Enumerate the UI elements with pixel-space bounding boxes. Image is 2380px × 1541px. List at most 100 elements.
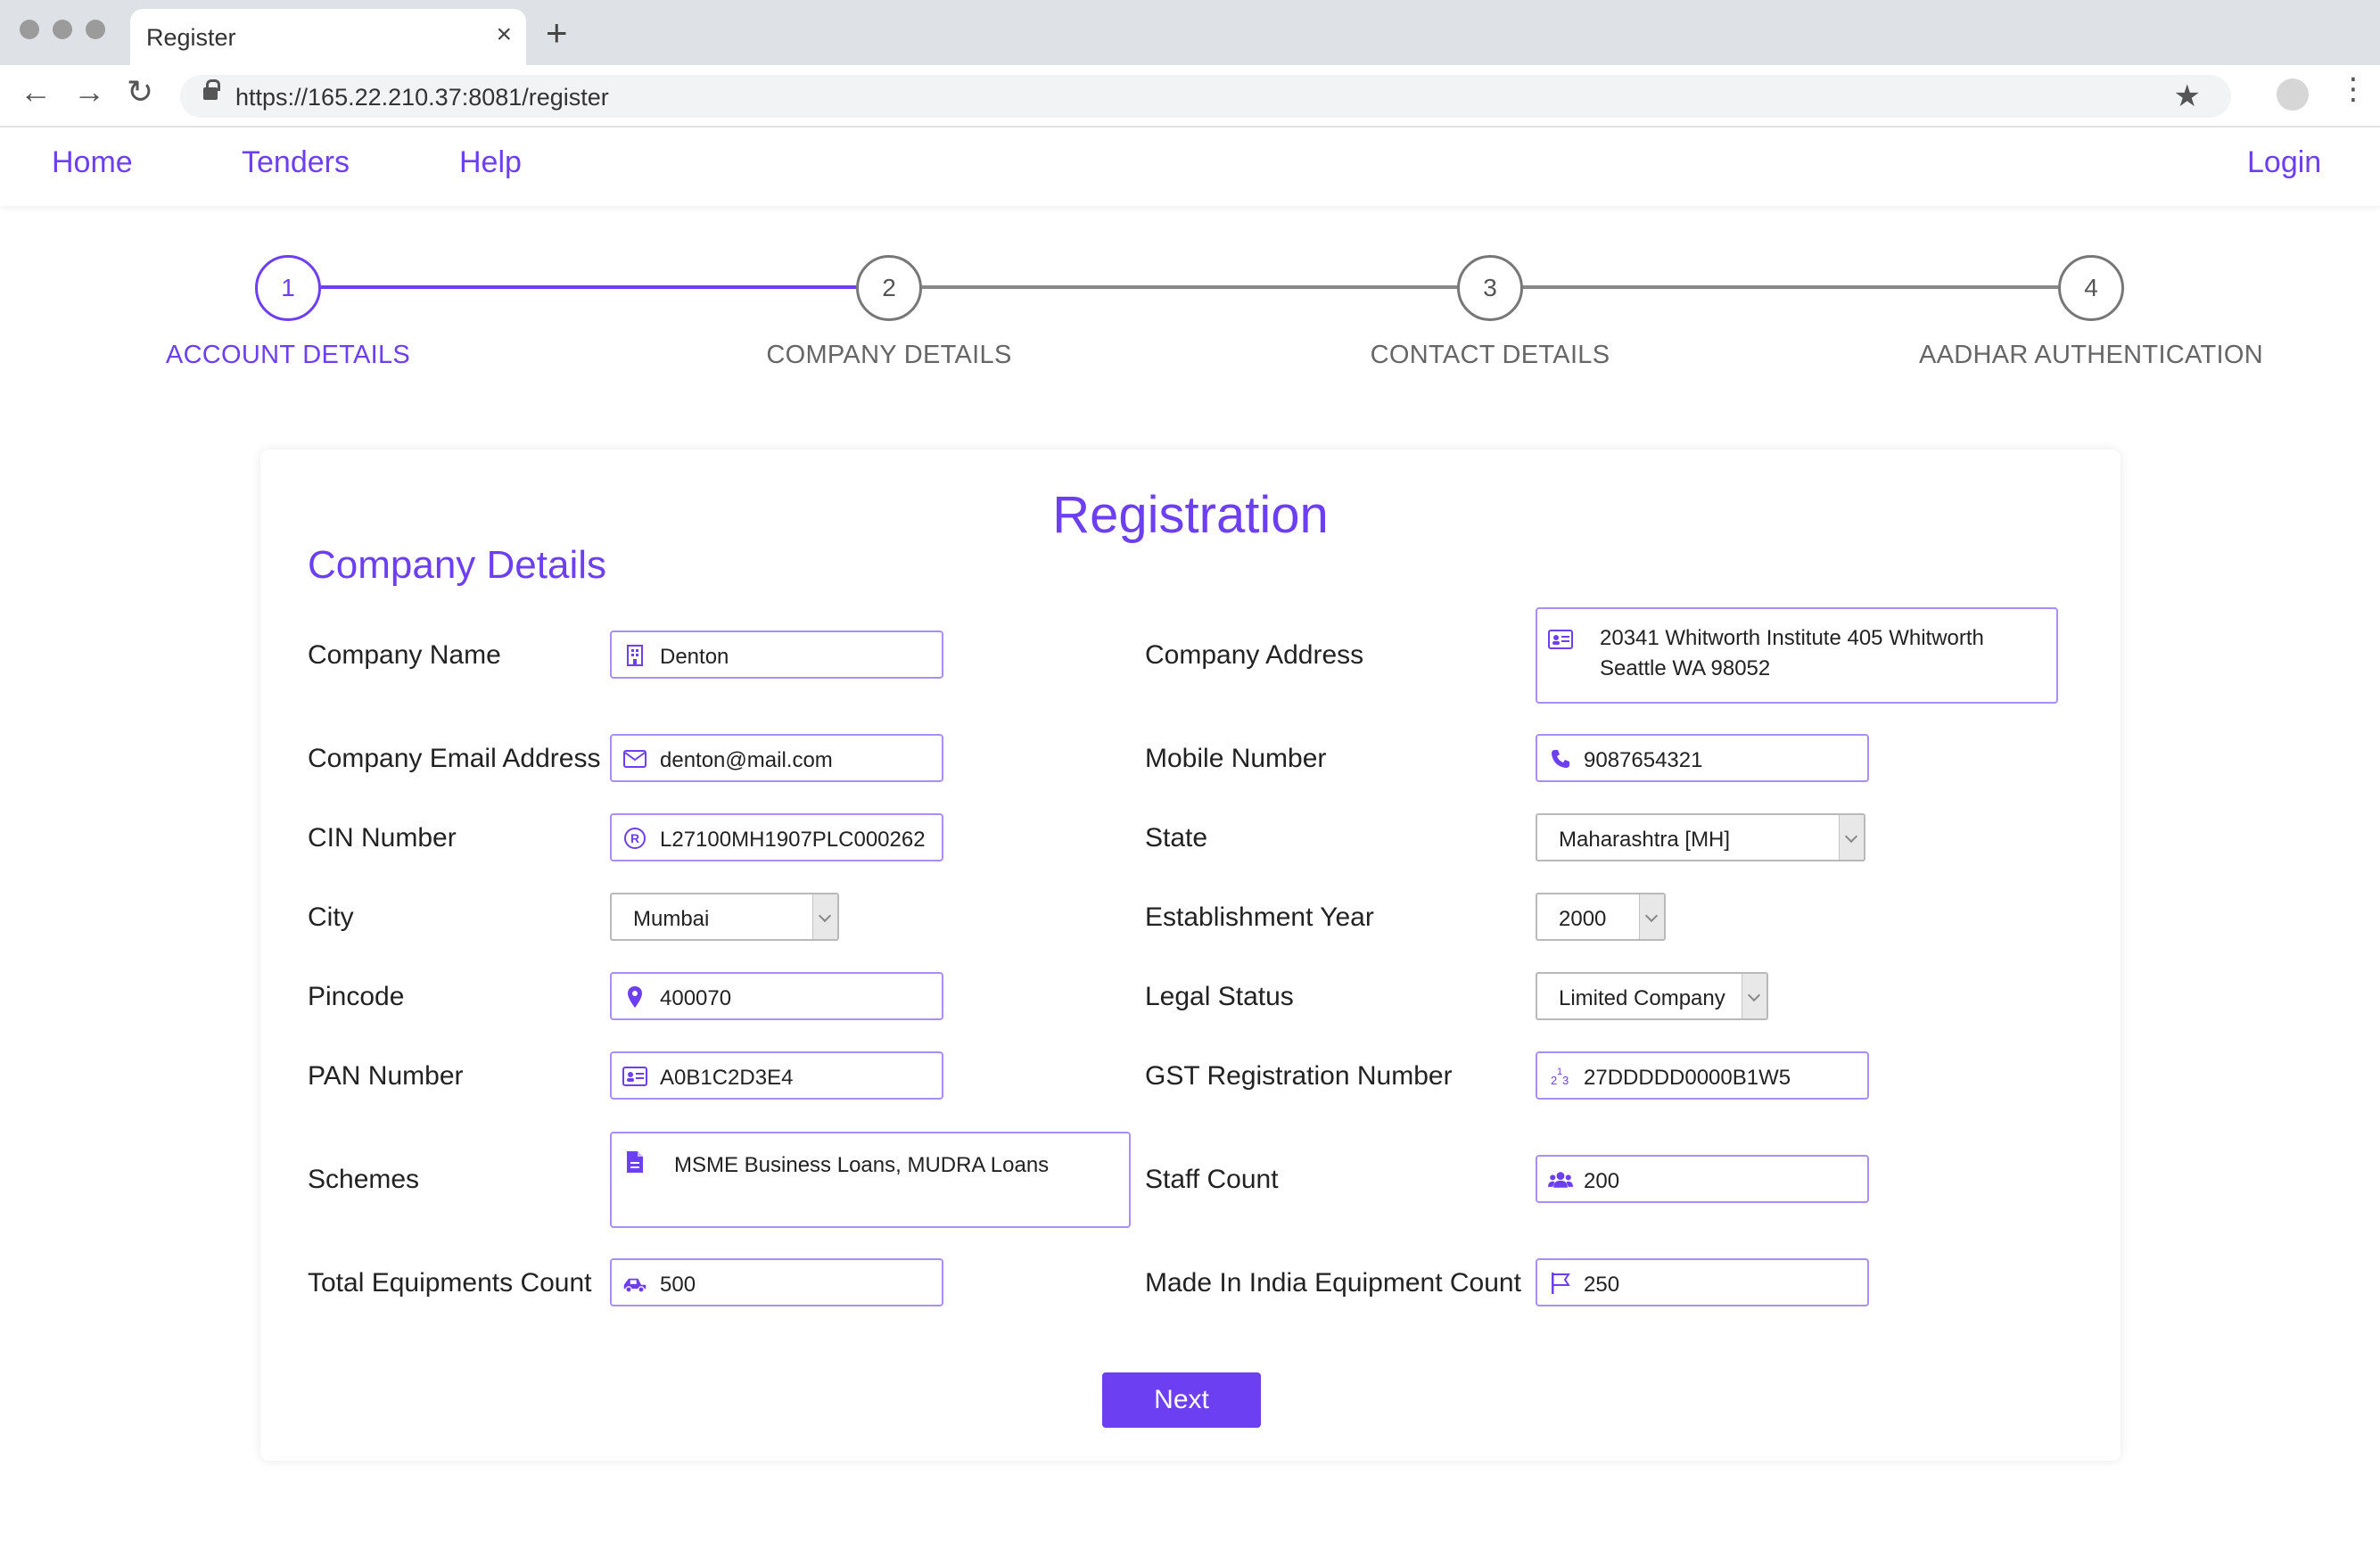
schemes-input[interactable]: MSME Business Loans, MUDRA Loans — [610, 1132, 1131, 1228]
state-select[interactable]: Maharashtra [MH] — [1536, 813, 1865, 861]
document-icon — [622, 1150, 647, 1174]
mobile-number-input[interactable]: 9087654321 — [1536, 734, 1869, 782]
cin-number-label: CIN Number — [308, 823, 457, 853]
step-connector-2 — [922, 285, 1457, 289]
svg-text:R: R — [630, 831, 639, 845]
company-name-value: Denton — [660, 645, 729, 669]
window-close-dot[interactable] — [20, 20, 39, 39]
legal-status-select[interactable]: Limited Company — [1536, 972, 1768, 1020]
step-connector-3 — [1523, 285, 2058, 289]
chevron-down-icon[interactable] — [1742, 974, 1766, 1018]
made-in-india-input[interactable]: 250 — [1536, 1258, 1869, 1306]
browser-tab-register[interactable]: Register × — [130, 9, 526, 65]
step-2-label: COMPANY DETAILS — [766, 341, 1012, 369]
company-address-label: Company Address — [1145, 640, 1364, 670]
cin-number-value: L27100MH1907PLC000262 — [660, 828, 926, 852]
browser-address-bar: ← → ↻ https://165.22.210.37:8081/registe… — [0, 65, 2380, 128]
chevron-down-icon[interactable] — [1639, 894, 1664, 939]
state-label: State — [1145, 823, 1208, 853]
total-equipments-label: Total Equipments Count — [308, 1268, 592, 1298]
step-1-label: ACCOUNT DETAILS — [165, 341, 411, 369]
map-pin-icon — [622, 985, 647, 1009]
window-maximize-dot[interactable] — [86, 20, 105, 39]
made-in-india-label: Made In India Equipment Count — [1145, 1268, 1521, 1298]
next-button[interactable]: Next — [1102, 1372, 1261, 1428]
nav-login-link[interactable]: Login — [2247, 145, 2321, 180]
establishment-year-label: Establishment Year — [1145, 902, 1374, 932]
city-select[interactable]: Mumbai — [610, 893, 839, 941]
back-arrow-icon[interactable]: ← — [20, 76, 52, 108]
lock-icon — [203, 79, 220, 100]
step-2-circle[interactable]: 2 — [856, 255, 922, 321]
pincode-input[interactable]: 400070 — [610, 972, 943, 1020]
envelope-icon — [622, 746, 647, 771]
legal-status-label: Legal Status — [1145, 982, 1294, 1011]
id-card-icon — [622, 1064, 647, 1089]
bookmark-star-icon[interactable]: ★ — [2174, 78, 2201, 114]
company-name-input[interactable]: Denton — [610, 630, 943, 679]
total-equipments-value: 500 — [660, 1273, 696, 1297]
mobile-number-label: Mobile Number — [1145, 744, 1327, 773]
window-minimize-dot[interactable] — [53, 20, 72, 39]
nav-help-link[interactable]: Help — [459, 145, 522, 180]
company-email-input[interactable]: denton@mail.com — [610, 734, 943, 782]
building-icon — [622, 643, 647, 668]
phone-icon — [1548, 746, 1573, 771]
made-in-india-value: 250 — [1584, 1273, 1620, 1297]
profile-avatar[interactable] — [2277, 78, 2309, 111]
company-email-value: denton@mail.com — [660, 748, 833, 772]
registration-card: Registration Company Details Company Nam… — [260, 449, 2121, 1461]
legal-status-value: Limited Company — [1559, 986, 1725, 1010]
url-input[interactable]: https://165.22.210.37:8081/register ★ — [180, 75, 2231, 118]
nav-tenders-link[interactable]: Tenders — [242, 145, 350, 180]
gst-number-label: GST Registration Number — [1145, 1061, 1453, 1091]
gst-number-value: 27DDDDD0000B1W5 — [1584, 1066, 1791, 1090]
section-title: Company Details — [308, 543, 607, 587]
total-equipments-input[interactable]: 500 — [610, 1258, 943, 1306]
svg-text:3: 3 — [1562, 1074, 1569, 1087]
step-1-circle[interactable]: 1 — [255, 255, 321, 321]
browser-menu-icon[interactable]: ⋮ — [2338, 74, 2368, 104]
url-text: https://165.22.210.37:8081/register — [235, 84, 609, 111]
reload-icon[interactable]: ↻ — [127, 76, 153, 108]
establishment-year-select[interactable]: 2000 — [1536, 893, 1666, 941]
page-title: Registration — [1052, 486, 1329, 544]
tab-title: Register — [146, 24, 236, 51]
company-email-label: Company Email Address — [308, 744, 601, 773]
step-4-label: AADHAR AUTHENTICATION — [1918, 341, 2264, 369]
staff-count-value: 200 — [1584, 1169, 1620, 1193]
new-tab-icon[interactable]: + — [546, 14, 568, 52]
staff-count-input[interactable]: 200 — [1536, 1155, 1869, 1203]
numbers-icon: 213 — [1548, 1064, 1573, 1089]
truck-icon — [622, 1271, 647, 1296]
pan-number-input[interactable]: A0B1C2D3E4 — [610, 1051, 943, 1100]
step-3-label: CONTACT DETAILS — [1370, 341, 1610, 369]
company-address-value: 20341 Whitworth Institute 405 Whitworth … — [1600, 626, 1984, 680]
city-value: Mumbai — [633, 907, 710, 931]
gst-number-input[interactable]: 213 27DDDDD0000B1W5 — [1536, 1051, 1869, 1100]
company-name-label: Company Name — [308, 640, 501, 670]
mobile-number-value: 9087654321 — [1584, 748, 1703, 772]
users-icon — [1548, 1167, 1573, 1192]
schemes-value: MSME Business Loans, MUDRA Loans — [674, 1153, 1050, 1177]
pincode-value: 400070 — [660, 986, 732, 1010]
flag-icon — [1548, 1271, 1573, 1296]
chevron-down-icon[interactable] — [1839, 815, 1864, 860]
forward-arrow-icon[interactable]: → — [73, 76, 105, 108]
company-address-input[interactable]: 20341 Whitworth Institute 405 Whitworth … — [1536, 607, 2058, 704]
establishment-year-value: 2000 — [1559, 907, 1607, 931]
pan-number-label: PAN Number — [308, 1061, 464, 1091]
registered-icon: R — [622, 826, 647, 851]
cin-number-input[interactable]: R L27100MH1907PLC000262 — [610, 813, 943, 861]
chevron-down-icon[interactable] — [812, 894, 837, 939]
city-label: City — [308, 902, 354, 932]
schemes-label: Schemes — [308, 1165, 420, 1194]
app-navbar: Home Tenders Help Login — [0, 128, 2380, 206]
close-tab-icon[interactable]: × — [496, 20, 512, 50]
address-card-icon — [1548, 627, 1573, 652]
browser-tab-bar: Register × + — [0, 0, 2380, 65]
step-connector-1 — [321, 285, 856, 289]
step-3-circle[interactable]: 3 — [1457, 255, 1523, 321]
nav-home-link[interactable]: Home — [52, 145, 133, 180]
step-4-circle[interactable]: 4 — [2058, 255, 2124, 321]
